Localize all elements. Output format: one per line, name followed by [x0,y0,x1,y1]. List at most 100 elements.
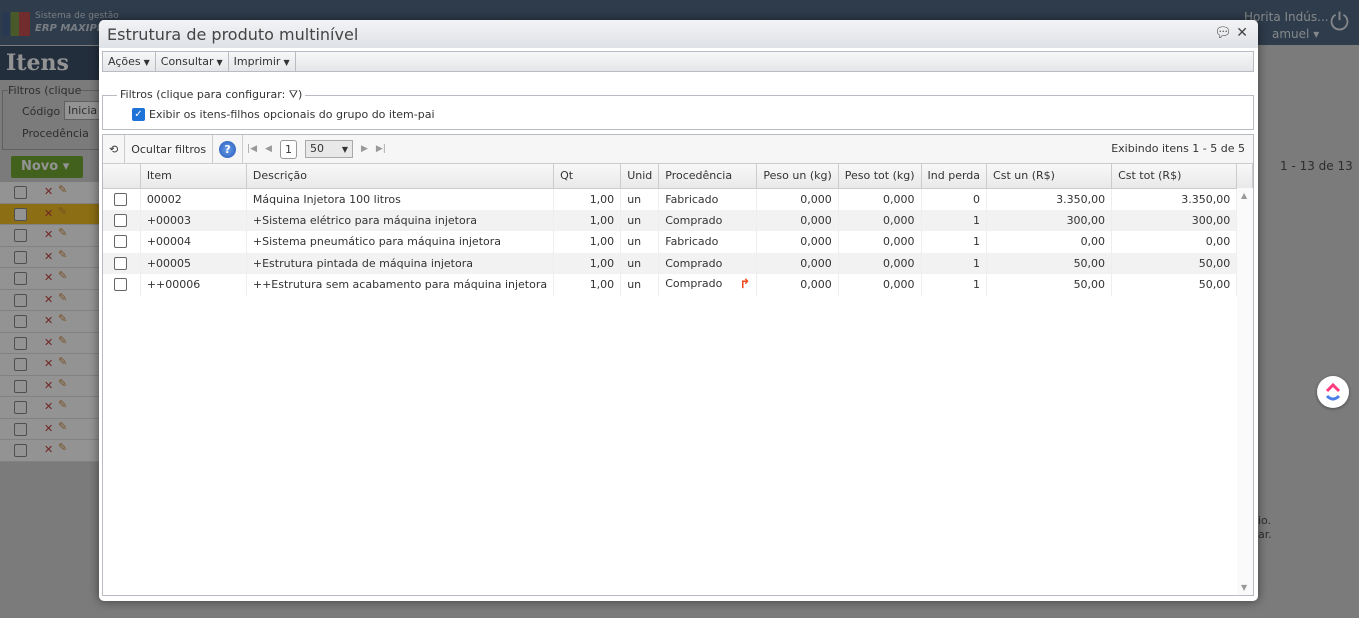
table-cell: 0,000 [756,252,839,274]
table-cell: +00003 [140,209,247,231]
column-header[interactable]: Procedência [658,164,758,189]
scroll-up-icon[interactable]: ▲ [1241,191,1247,200]
next-page-icon[interactable]: ▶ [361,144,368,154]
cell-value: +Estrutura pintada de máquina injetora [252,256,473,270]
cell-value: 0,000 [883,192,915,206]
cell-value: 0,000 [800,256,832,270]
table-cell: un [620,231,660,253]
table-cell: 0,000 [838,231,922,253]
checkbox[interactable] [114,192,127,206]
column-header[interactable]: Ind perda [921,164,988,189]
checkbox[interactable] [114,213,127,227]
cell-value: 3.350,00 [1056,192,1106,206]
table-row[interactable]: +00004 +Sistema pneumático para máquina i… [103,231,1253,253]
table-row[interactable]: ++00006 ++Estrutura sem acabamento para m… [103,274,1253,296]
cell-value: 300,00 [1191,213,1231,227]
table-cell: ++Estrutura sem acabamento para máquina … [246,274,555,296]
prev-page-icon[interactable]: ◀ [265,144,272,154]
table-cell: un [620,209,660,231]
caret-down-icon: ▼ [143,58,150,67]
table-cell: Máquina Injetora 100 litros [246,188,555,210]
row-select[interactable] [103,231,141,253]
menu-label: Imprimir [233,55,281,68]
checkbox[interactable] [114,235,127,249]
vertical-scrollbar[interactable]: ▲ ▼ [1237,188,1253,595]
caret-down-icon: ▼ [341,145,348,154]
menu-acoes[interactable]: Ações ▼ [103,52,156,71]
cell-value: +00005 [146,256,192,270]
scroll-column-header [1236,164,1253,189]
cell-value: 3.350,00 [1181,192,1231,206]
column-header[interactable]: Unid [620,164,660,189]
optional-children-filter[interactable]: ✓ Exibir os itens-filhos opcionais do gru… [132,108,435,121]
table-cell: un [620,274,660,296]
cell-value: 0,000 [800,213,832,227]
table-cell: 1,00 [553,274,622,296]
table-cell: Fabricado [658,188,758,210]
page-number-input[interactable]: 1 [279,139,297,159]
row-select[interactable] [103,209,141,231]
filters-legend[interactable]: Filtros (clique para configurar: ⛛) [117,88,306,102]
cell-value: 50,00 [1198,256,1231,270]
page-size-select[interactable]: 50 ▼ [304,140,353,158]
table-cell: 0,000 [756,209,839,231]
refresh-icon[interactable]: ⟲ [103,134,126,164]
table-cell: 300,00 [1111,209,1238,231]
column-header[interactable]: Peso un (kg) [756,164,839,189]
help-icon[interactable]: ? [219,140,237,158]
menu-imprimir[interactable]: Imprimir ▼ [229,52,296,71]
table-cell: +00004 [140,231,247,253]
column-header[interactable]: Cst tot (R$) [1111,164,1238,189]
table-cell: 0,000 [756,274,839,296]
cell-value: 1,00 [589,213,615,227]
table-cell: 50,00 [986,274,1113,296]
cell-value: Fabricado [665,235,719,249]
table-cell: 0,00 [986,231,1113,253]
checkbox[interactable] [114,256,127,270]
table-row[interactable]: +00003 +Sistema elétrico para máquina inj… [103,209,1253,231]
row-select[interactable] [103,252,141,274]
clickup-icon[interactable] [1317,376,1349,408]
first-page-icon[interactable]: |◀ [247,144,257,154]
table-cell: 1,00 [553,209,622,231]
table-cell: 1,00 [553,252,622,274]
table-cell: 50,00 [1111,252,1238,274]
cell-value: 300,00 [1066,213,1106,227]
table-cell: +Sistema pneumático para máquina injetor… [246,231,555,253]
scroll-down-icon[interactable]: ▼ [1241,583,1247,592]
grid-toolbar: ⟲ Ocultar filtros ? |◀ ◀ 1 50 ▼ ▶ ▶| Exib… [103,134,1253,164]
cell-value: 1,00 [589,235,615,249]
cell-value: 0,000 [800,235,832,249]
checkbox[interactable] [114,278,127,292]
table-cell: ++00006 [140,274,247,296]
table-cell: 3.350,00 [986,188,1113,210]
row-select[interactable] [103,188,141,210]
cell-value: Comprado [665,213,723,227]
table-cell: 1 [921,274,988,296]
table-cell: 1 [921,252,988,274]
table-header-row: Item Descrição Qt Unid Procedência Peso un (k… [103,164,1253,189]
filters-fieldset: Filtros (clique para configurar: ⛛) ✓ Exi… [102,88,1254,130]
redirect-arrow-icon[interactable]: ↱ [740,277,751,292]
column-header[interactable]: Descrição [246,164,555,189]
table-cell: 0,000 [756,231,839,253]
cell-value: +Sistema elétrico para máquina injetora [252,213,477,227]
close-icon[interactable]: ✕ [1236,25,1248,41]
column-header[interactable]: Item [140,164,247,189]
checkbox-checked[interactable]: ✓ [132,108,145,121]
table-row[interactable]: +00005 +Estrutura pintada de máquina inje… [103,252,1253,274]
column-header[interactable]: Cst un (R$) [986,164,1113,189]
caret-down-icon: ▼ [283,58,290,67]
cell-value: 0,000 [800,278,832,292]
last-page-icon[interactable]: ▶| [376,144,386,154]
filter-icon[interactable]: ⛛ [289,88,298,101]
column-header[interactable]: Peso tot (kg) [838,164,922,189]
comment-icon[interactable]: 💬︎ [1214,25,1232,41]
row-select[interactable] [103,274,141,296]
cell-value: Máquina Injetora 100 litros [252,192,401,206]
menu-consultar[interactable]: Consultar ▼ [156,52,229,71]
table-row[interactable]: 00002 Máquina Injetora 100 litros 1,00 un Fa… [103,188,1253,210]
column-header[interactable]: Qt [553,164,622,189]
table-cell: un [620,252,660,274]
hide-filters-button[interactable]: Ocultar filtros [125,134,214,164]
